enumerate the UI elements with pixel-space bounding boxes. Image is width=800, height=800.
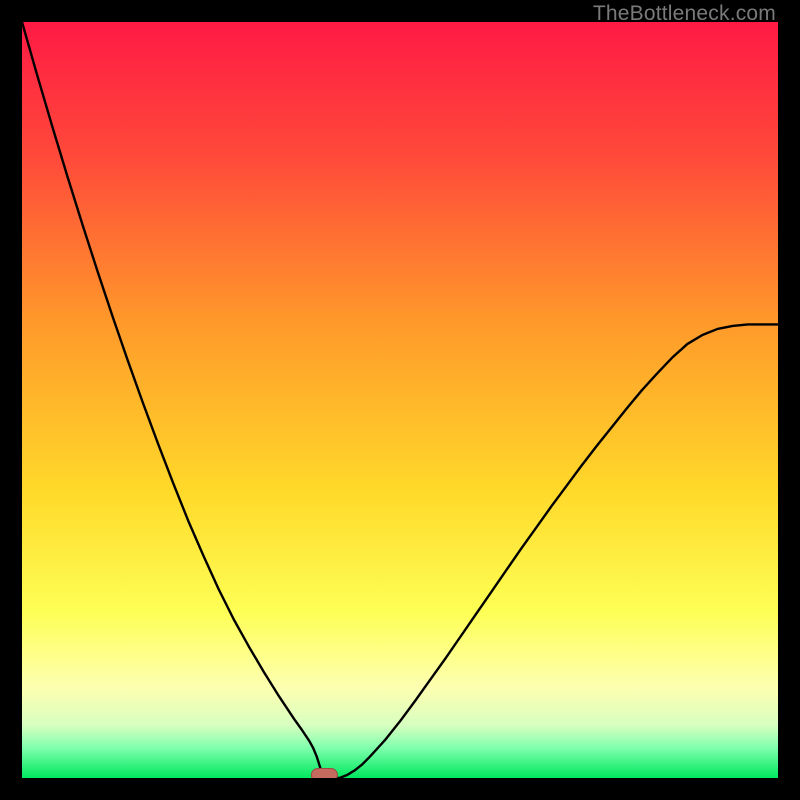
optimal-point-marker	[311, 769, 337, 779]
gradient-background	[22, 22, 778, 778]
watermark-text: TheBottleneck.com	[593, 2, 776, 26]
bottleneck-chart	[22, 22, 778, 778]
chart-frame	[22, 22, 778, 778]
